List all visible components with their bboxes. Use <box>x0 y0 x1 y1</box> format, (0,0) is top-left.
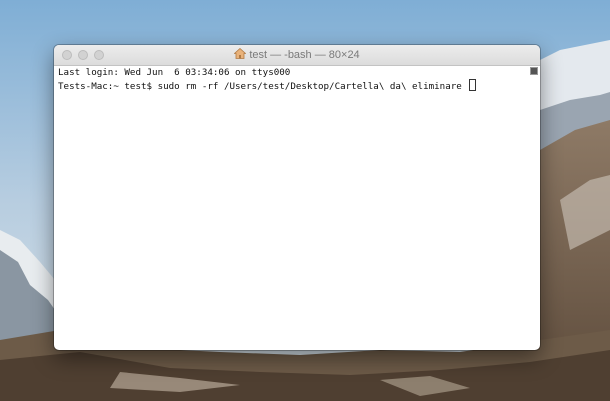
terminal-output[interactable]: Last login: Wed Jun 6 03:34:06 on ttys00… <box>54 66 540 350</box>
home-icon <box>234 48 247 59</box>
title-bar[interactable]: test — -bash — 80×24 <box>54 45 540 66</box>
terminal-window[interactable]: test — -bash — 80×24 Last login: Wed Jun… <box>54 45 540 350</box>
scrollbar-thumb[interactable] <box>530 67 538 75</box>
command-text: Tests-Mac:~ test$ sudo rm -rf /Users/tes… <box>58 81 468 92</box>
window-title-text: test — -bash — 80×24 <box>249 49 360 61</box>
window-title: test — -bash — 80×24 <box>54 48 540 61</box>
terminal-line-login: Last login: Wed Jun 6 03:34:06 on ttys00… <box>58 67 291 78</box>
terminal-line-command[interactable]: Tests-Mac:~ test$ sudo rm -rf /Users/tes… <box>58 79 540 93</box>
text-cursor <box>469 79 477 91</box>
